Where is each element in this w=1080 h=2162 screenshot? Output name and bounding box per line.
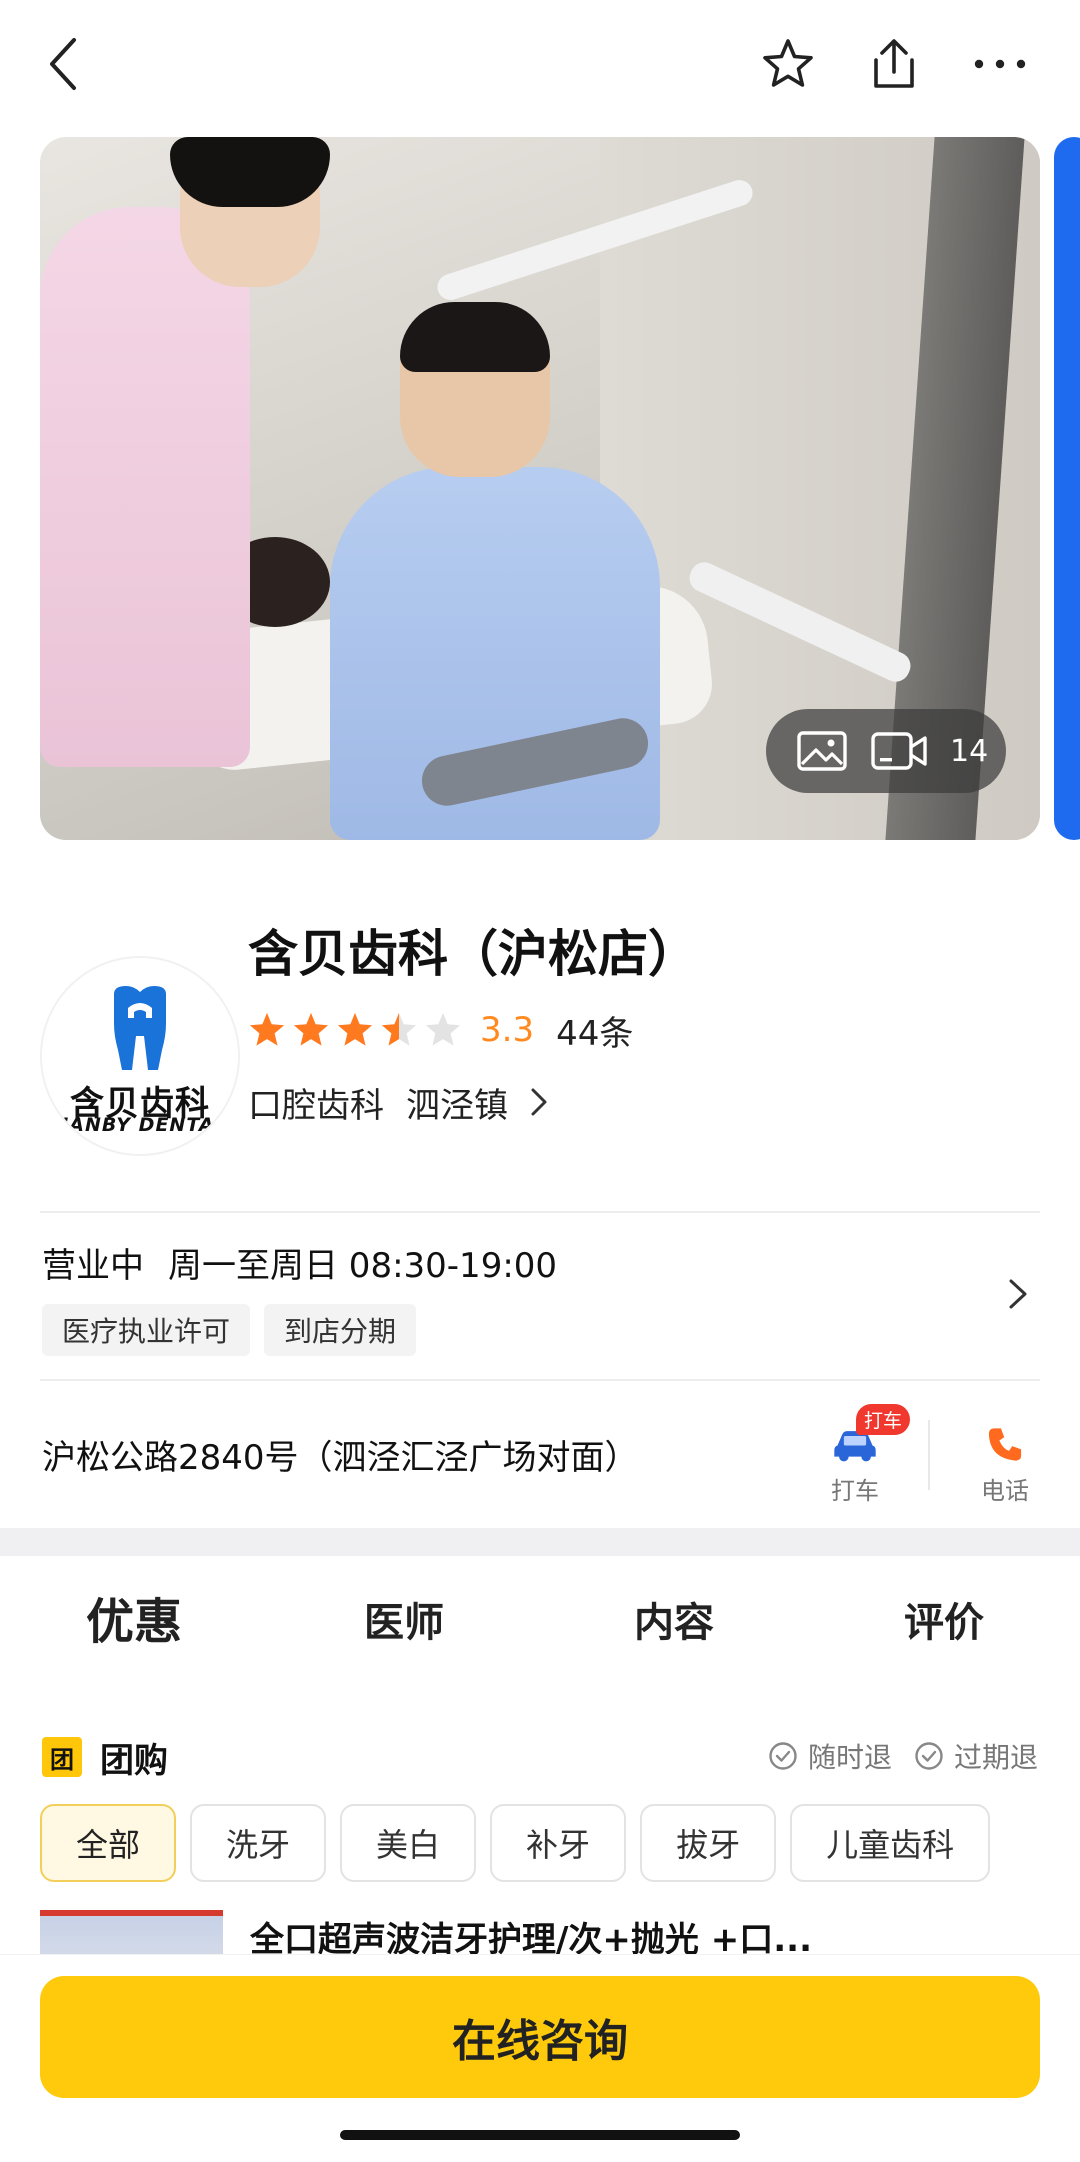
star-full-icon bbox=[293, 1012, 329, 1046]
review-count: 44条 bbox=[556, 1013, 634, 1054]
check-circle-icon bbox=[769, 1742, 797, 1770]
filter-chip[interactable]: 补牙 bbox=[490, 1804, 627, 1882]
phone-label: 电话 bbox=[981, 1477, 1029, 1505]
rating-row[interactable]: 3.3 44条 bbox=[248, 1006, 633, 1054]
guarantee-label: 过期退 bbox=[953, 1741, 1038, 1774]
guarantee-item: 过期退 bbox=[914, 1736, 1038, 1776]
category-area-link[interactable]: 口腔齿科 泗泾镇 bbox=[248, 1077, 548, 1127]
top-bar bbox=[0, 0, 1080, 130]
tab-content[interactable]: 内容 bbox=[634, 1590, 714, 1648]
chevron-right-icon bbox=[531, 1088, 547, 1116]
refund-guarantees: 随时退 过期退 bbox=[768, 1736, 1038, 1776]
service-tag: 医疗执业许可 bbox=[42, 1304, 251, 1356]
filter-chip-all[interactable]: 全部 bbox=[40, 1804, 177, 1882]
star-empty-icon bbox=[425, 1012, 461, 1046]
guarantee-label: 随时退 bbox=[807, 1741, 892, 1774]
tab-label: 内容 bbox=[634, 1600, 714, 1646]
share-button[interactable] bbox=[858, 28, 930, 100]
vertical-separator bbox=[928, 1420, 930, 1490]
tab-offers[interactable]: 优惠 bbox=[86, 1582, 182, 1652]
chevron-right-icon[interactable] bbox=[1008, 1278, 1028, 1310]
back-button[interactable] bbox=[28, 28, 100, 100]
taxi-label: 打车 bbox=[831, 1477, 879, 1505]
content-tabs: 优惠 医师 内容 评价 bbox=[0, 1580, 1080, 1670]
photo-nurse-hair bbox=[170, 137, 330, 207]
more-horizontal-icon bbox=[974, 59, 1026, 69]
star-full-icon bbox=[249, 1012, 285, 1046]
deal-title: 全口超声波洁牙护理/次+抛光 +口... bbox=[250, 1920, 812, 1960]
shop-photo-gallery[interactable]: 14 bbox=[40, 137, 1040, 840]
star-full-icon bbox=[337, 1012, 373, 1046]
tab-label: 医师 bbox=[364, 1600, 444, 1646]
media-count-badge[interactable]: 14 bbox=[766, 709, 1006, 793]
star-outline-icon bbox=[763, 39, 813, 87]
group-buy-icon: 团 bbox=[42, 1737, 82, 1777]
favorite-button[interactable] bbox=[752, 28, 824, 100]
next-photo-peek[interactable] bbox=[1054, 137, 1080, 840]
image-icon bbox=[797, 731, 847, 771]
group-buy-header: 团 团购 bbox=[42, 1734, 168, 1781]
taxi-button[interactable]: 打车 打车 bbox=[800, 1404, 911, 1506]
photo-nurse bbox=[40, 207, 250, 767]
shop-logo: 含贝齿科 HANBY DENTAL bbox=[42, 958, 238, 1154]
media-count: 14 bbox=[950, 733, 989, 769]
business-hours[interactable]: 营业中 周一至周日 08:30-19:00 bbox=[42, 1238, 557, 1287]
guarantee-item: 随时退 bbox=[768, 1736, 892, 1776]
shop-area: 泗泾镇 bbox=[406, 1085, 508, 1126]
tab-label: 评价 bbox=[904, 1600, 984, 1646]
star-rating bbox=[248, 1011, 462, 1049]
phone-icon bbox=[988, 1428, 1022, 1461]
filter-chip[interactable]: 儿童齿科 bbox=[790, 1804, 991, 1882]
photo-dentist-hair bbox=[400, 302, 550, 372]
tab-label: 优惠 bbox=[86, 1594, 183, 1650]
divider bbox=[40, 1211, 1040, 1213]
more-button[interactable] bbox=[964, 28, 1036, 100]
filter-chip[interactable]: 洗牙 bbox=[190, 1804, 327, 1882]
section-gap bbox=[0, 1528, 1080, 1556]
rating-score: 3.3 bbox=[480, 1010, 535, 1050]
phone-button[interactable]: 电话 bbox=[950, 1410, 1060, 1506]
deal-item[interactable]: 全口超声波洁牙护理/次+抛光 +口... bbox=[40, 1910, 1080, 1960]
home-indicator bbox=[340, 2130, 740, 2140]
business-hours-text: 周一至周日 08:30-19:00 bbox=[168, 1246, 558, 1286]
video-icon bbox=[871, 732, 927, 770]
logo-text-en: HANBY DENTAL bbox=[52, 1114, 228, 1136]
service-tags: 医疗执业许可 到店分期 bbox=[42, 1304, 417, 1356]
tab-doctors[interactable]: 医师 bbox=[364, 1590, 444, 1648]
tab-reviews[interactable]: 评价 bbox=[904, 1590, 984, 1648]
shop-category: 口腔齿科 bbox=[248, 1085, 384, 1126]
taxi-badge: 打车 bbox=[856, 1404, 911, 1435]
group-buy-title: 团购 bbox=[100, 1740, 168, 1781]
star-half-icon bbox=[381, 1012, 417, 1046]
deal-filter-chips: 全部 洗牙 美白 补牙 拔牙 儿童齿科 bbox=[40, 1804, 1080, 1882]
business-status: 营业中 bbox=[42, 1246, 144, 1286]
service-tag: 到店分期 bbox=[264, 1304, 417, 1356]
filter-chip[interactable]: 美白 bbox=[340, 1804, 477, 1882]
shop-address[interactable]: 沪松公路2840号（泗泾汇泾广场对面） bbox=[42, 1430, 639, 1479]
tooth-logo-icon bbox=[114, 986, 166, 1070]
deal-thumbnail bbox=[40, 1910, 223, 1960]
check-circle-icon bbox=[915, 1742, 943, 1770]
shop-name: 含贝齿科（沪松店） bbox=[248, 925, 698, 983]
chevron-left-icon bbox=[50, 38, 76, 90]
filter-chip[interactable]: 拔牙 bbox=[640, 1804, 777, 1882]
divider bbox=[40, 1379, 1040, 1381]
share-icon bbox=[874, 39, 914, 88]
online-consult-button[interactable]: 在线咨询 bbox=[40, 1976, 1040, 2098]
